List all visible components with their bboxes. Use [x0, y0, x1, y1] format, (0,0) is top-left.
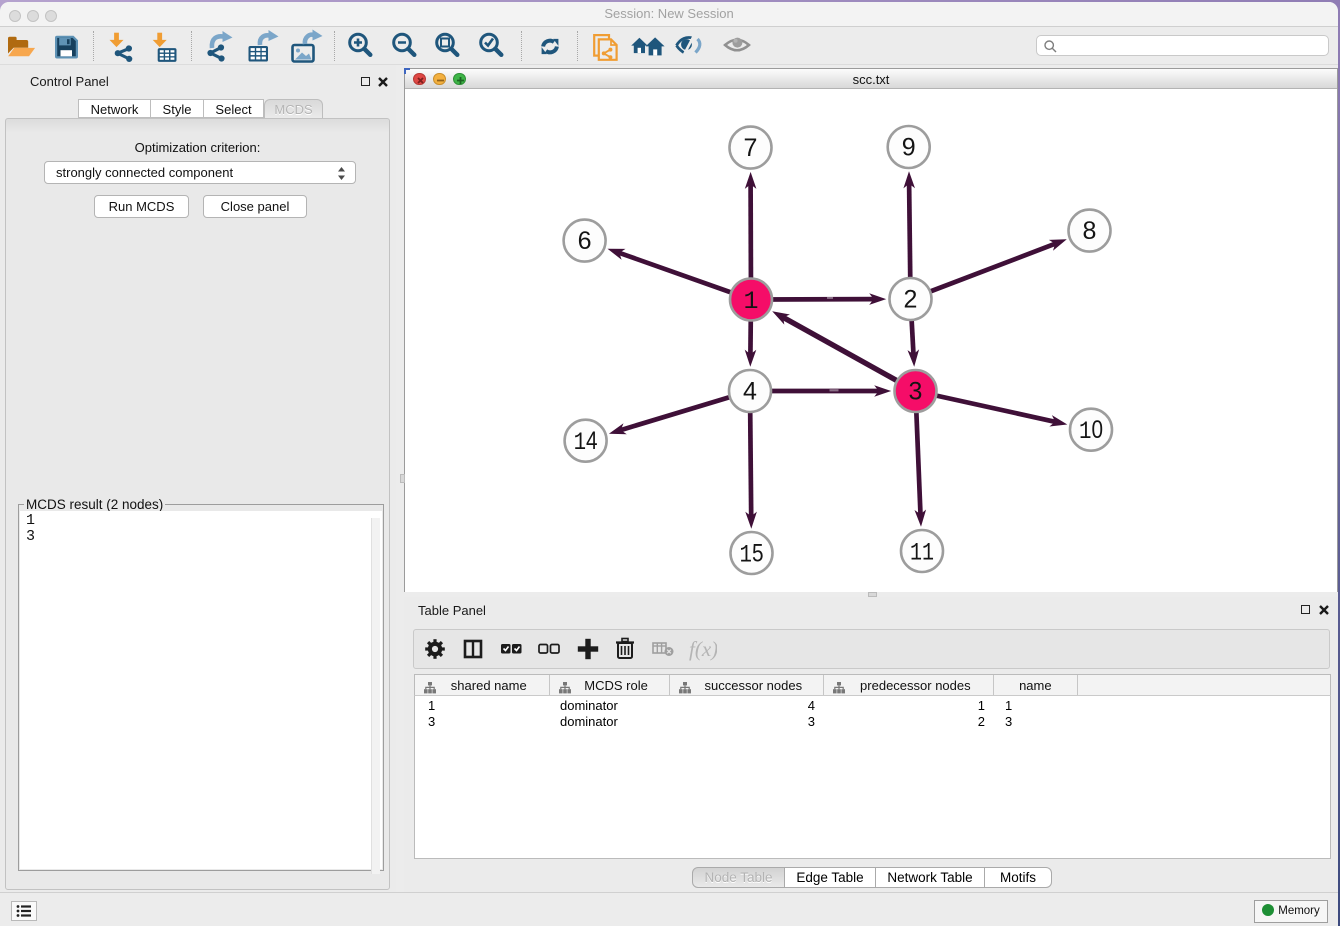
svg-text:f(x): f(x) — [689, 637, 717, 661]
svg-text:7: 7 — [744, 134, 758, 162]
svg-text:1: 1 — [743, 287, 758, 316]
svg-text:6: 6 — [578, 227, 592, 255]
svg-text:15: 15 — [740, 540, 764, 570]
svg-text:11: 11 — [910, 539, 934, 568]
svg-text:2: 2 — [904, 286, 918, 314]
svg-text:3: 3 — [909, 378, 923, 406]
svg-text:10: 10 — [1079, 416, 1103, 446]
svg-text:8: 8 — [1083, 217, 1097, 245]
svg-text:9: 9 — [902, 134, 916, 162]
svg-text:14: 14 — [574, 427, 598, 457]
svg-text:4: 4 — [743, 378, 757, 406]
